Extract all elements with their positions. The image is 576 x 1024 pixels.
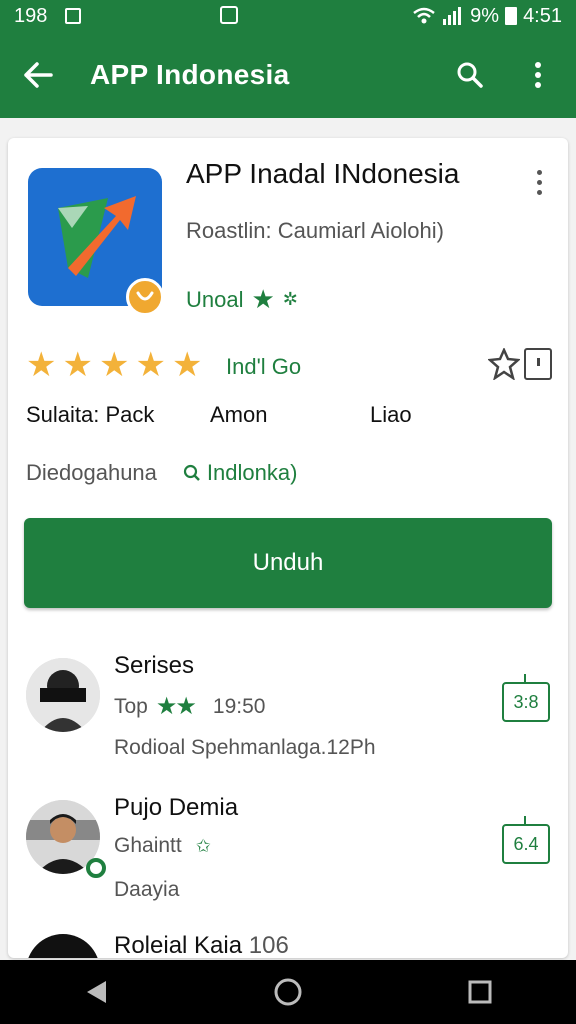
app-bar-title: APP Indonesia (90, 59, 290, 90)
app-notification-icon (220, 6, 238, 24)
editors-choice-star-icon: ★ (251, 284, 275, 314)
info-downloads: Liao (370, 402, 412, 427)
star-icon: ★ (135, 346, 166, 384)
app-category[interactable]: Unoal ★ ✲ (186, 284, 298, 315)
wifi-icon (413, 7, 435, 24)
list-item-meta-text: Ghaintt (114, 834, 182, 857)
star-icon: ★ (62, 346, 93, 384)
app-developer[interactable]: Roastlin: Caumiarl Aiolohi) (186, 218, 444, 244)
rating-label: Ind'l Go (226, 354, 302, 379)
list-item-meta-text: 106 (248, 932, 289, 958)
signal-icon (443, 7, 462, 25)
region-link-label: Indlonka) (206, 460, 298, 485)
list-item[interactable]: Pujo Demia Ghaintt ✩ Daayia 6.4 (24, 794, 554, 924)
app-category-label: Unoal (186, 286, 244, 312)
rating-stars: ★ ★ ★ ★ ★ (26, 348, 202, 382)
system-nav-bar (0, 960, 576, 1024)
calendar-badge-icon[interactable]: 3:8 (502, 674, 550, 722)
sparkle-icon: ✲ (282, 289, 298, 309)
star-icon: ★ (98, 346, 130, 384)
overflow-menu-icon[interactable] (518, 55, 558, 95)
list-item-time: 19:50 (212, 694, 266, 718)
search-icon[interactable] (450, 55, 490, 95)
avatar (26, 934, 100, 958)
region-link[interactable]: Indlonka) (183, 460, 298, 486)
notification-icon (65, 8, 82, 24)
app-detail-card: APP Inadal INdonesia Roastlin: Caumiarl … (8, 138, 568, 958)
info-size: Sulaita: Pack (26, 402, 155, 427)
share-icon[interactable] (488, 348, 520, 380)
nav-home-icon[interactable] (256, 960, 320, 1024)
avatar (26, 658, 100, 732)
verified-badge-icon (126, 278, 164, 316)
status-clock: 4:51 (523, 4, 562, 27)
rating-stars-icon: ★★ (155, 693, 197, 720)
star-icon: ★ (26, 346, 57, 384)
nav-back-icon[interactable] (64, 960, 128, 1024)
online-status-icon (86, 858, 106, 878)
install-button[interactable]: Unduh (24, 518, 552, 608)
app-title: APP Inadal INdonesia (186, 158, 460, 189)
list-item-title: Roleial Kaia 106 (114, 932, 289, 958)
calendar-badge-icon[interactable]: 6.4 (502, 816, 550, 864)
search-small-icon (183, 464, 200, 481)
pin-icon: ✩ (195, 835, 211, 856)
list-item-meta-text: Top (114, 694, 148, 718)
list-item-title: Serises (114, 652, 195, 679)
more-options-icon[interactable] (524, 164, 554, 200)
app-bar: APP Indonesia (0, 32, 576, 118)
status-time-left: 198 (14, 4, 48, 27)
battery-icon (505, 7, 518, 25)
list-item-subtitle: Rodioal Spehmanlaga.12Ph (114, 736, 376, 759)
list-item[interactable]: Roleial Kaia 106 (24, 928, 554, 958)
list-item-title: Pujo Demia (114, 794, 239, 821)
bookmark-icon[interactable] (524, 348, 552, 380)
description-text: Diedogahuna (26, 460, 157, 485)
nav-recents-icon[interactable] (448, 960, 512, 1024)
list-item-subtitle: Daayia (114, 878, 180, 901)
info-age: Amon (210, 402, 268, 427)
star-icon: ★ (171, 346, 203, 384)
list-item-meta: Top ★★ 19:50 (114, 692, 265, 721)
description-row: Diedogahuna Indlonka) (26, 460, 297, 486)
list-item-meta: Ghaintt ✩ (114, 834, 211, 858)
list-item[interactable]: Serises Top ★★ 19:50 Rodioal Spehmanlaga… (24, 652, 554, 782)
status-bar: 198 9% 4:51 (0, 0, 576, 32)
battery-percent: 9% (470, 4, 500, 27)
back-arrow-icon[interactable] (18, 55, 58, 95)
